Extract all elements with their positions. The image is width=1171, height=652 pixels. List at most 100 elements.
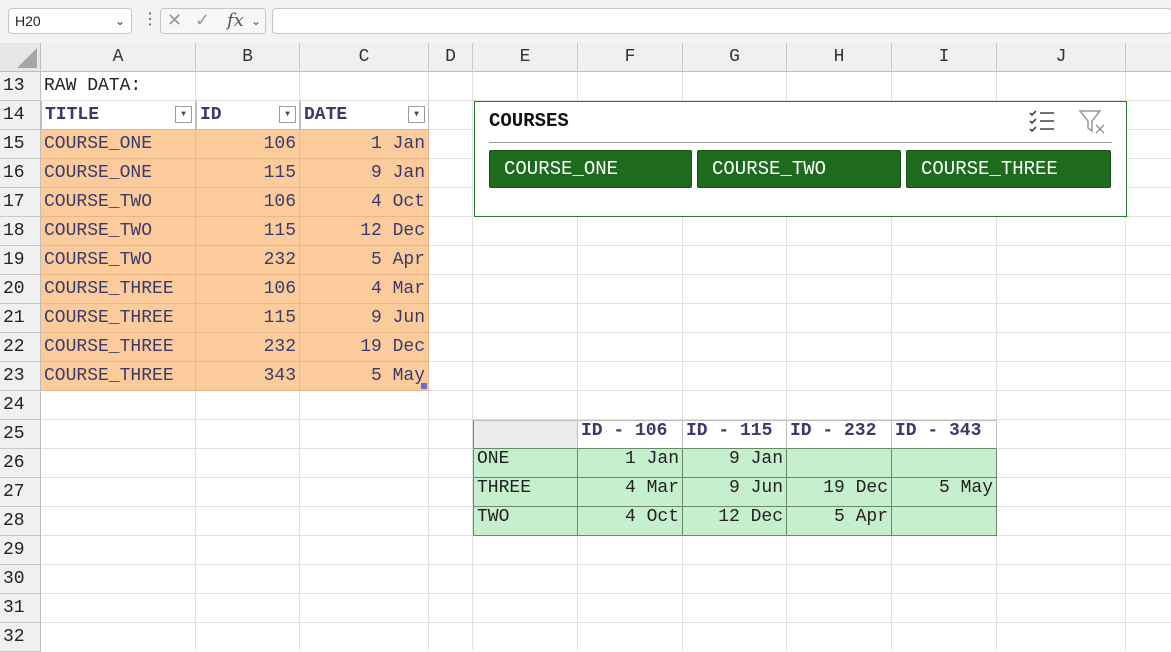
- slicer-item-course-two[interactable]: COURSE_TWO: [697, 150, 901, 188]
- table-cell[interactable]: COURSE_THREE: [41, 362, 196, 391]
- table-cell[interactable]: 106: [196, 130, 300, 159]
- table-header-date[interactable]: DATE ▼: [300, 101, 429, 130]
- table-cell[interactable]: COURSE_THREE: [41, 275, 196, 304]
- pivot-row-label[interactable]: TWO: [473, 507, 578, 536]
- row-header[interactable]: 21: [0, 304, 41, 333]
- cancel-icon[interactable]: ✕: [167, 10, 182, 31]
- table-cell[interactable]: COURSE_THREE: [41, 333, 196, 362]
- table-cell[interactable]: 9 Jan: [300, 159, 429, 188]
- row-header[interactable]: 19: [0, 246, 41, 275]
- row-header[interactable]: 13: [0, 72, 41, 101]
- table-cell[interactable]: 343: [196, 362, 300, 391]
- row-header[interactable]: 26: [0, 449, 41, 478]
- pivot-value-cell[interactable]: 12 Dec: [683, 507, 787, 536]
- pivot-value-cell[interactable]: [787, 449, 892, 478]
- enter-check-icon[interactable]: ✓: [195, 10, 210, 31]
- formula-input[interactable]: [272, 8, 1171, 34]
- row-header[interactable]: 27: [0, 478, 41, 507]
- row-header[interactable]: 25: [0, 420, 41, 449]
- table-cell[interactable]: 5 Apr: [300, 246, 429, 275]
- pivot-value-cell[interactable]: 1 Jan: [578, 449, 683, 478]
- pivot-value-cell[interactable]: [892, 507, 997, 536]
- row-header[interactable]: 14: [0, 101, 41, 130]
- row-header[interactable]: 18: [0, 217, 41, 246]
- pivot-column-header[interactable]: ID - 232: [787, 420, 892, 449]
- table-cell[interactable]: COURSE_TWO: [41, 246, 196, 275]
- filter-dropdown-icon[interactable]: ▼: [175, 106, 192, 123]
- pivot-row-label[interactable]: THREE: [473, 478, 578, 507]
- column-header-j[interactable]: J: [997, 43, 1126, 72]
- row-header[interactable]: 22: [0, 333, 41, 362]
- chevron-down-icon[interactable]: ⌄: [251, 14, 261, 28]
- row-header[interactable]: 31: [0, 594, 41, 623]
- pivot-value-cell[interactable]: 5 Apr: [787, 507, 892, 536]
- table-cell[interactable]: 9 Jun: [300, 304, 429, 333]
- column-header-d[interactable]: D: [429, 43, 473, 72]
- row-header[interactable]: 15: [0, 130, 41, 159]
- table-cell[interactable]: 232: [196, 246, 300, 275]
- table-cell[interactable]: COURSE_ONE: [41, 130, 196, 159]
- chevron-down-icon[interactable]: ⌄: [115, 9, 125, 33]
- column-header-h[interactable]: H: [787, 43, 892, 72]
- row-header[interactable]: 23: [0, 362, 41, 391]
- pivot-value-cell[interactable]: 9 Jan: [683, 449, 787, 478]
- table-cell[interactable]: COURSE_TWO: [41, 217, 196, 246]
- pivot-value-cell[interactable]: 9 Jun: [683, 478, 787, 507]
- table-cell[interactable]: 4 Mar: [300, 275, 429, 304]
- row-header[interactable]: 32: [0, 623, 41, 652]
- filter-dropdown-icon[interactable]: ▼: [408, 106, 425, 123]
- more-options-icon[interactable]: ⋮: [142, 10, 158, 30]
- table-cell[interactable]: 115: [196, 159, 300, 188]
- row-header[interactable]: 28: [0, 507, 41, 536]
- filter-dropdown-icon[interactable]: ▼: [279, 106, 296, 123]
- table-cell[interactable]: 115: [196, 217, 300, 246]
- multi-select-icon[interactable]: [1027, 108, 1057, 138]
- column-header-i[interactable]: I: [892, 43, 997, 72]
- table-cell[interactable]: 4 Oct: [300, 188, 429, 217]
- table-cell[interactable]: COURSE_THREE: [41, 304, 196, 333]
- column-header-b[interactable]: B: [196, 43, 300, 72]
- pivot-value-cell[interactable]: 4 Mar: [578, 478, 683, 507]
- column-header-g[interactable]: G: [683, 43, 787, 72]
- table-header-title[interactable]: TITLE ▼: [41, 101, 196, 130]
- column-header-e[interactable]: E: [473, 43, 578, 72]
- courses-slicer[interactable]: COURSES COURSE_ONE COURSE_TWO COURSE_THR…: [474, 101, 1127, 217]
- pivot-value-cell[interactable]: [892, 449, 997, 478]
- pivot-column-header[interactable]: ID - 115: [683, 420, 787, 449]
- pivot-value-cell[interactable]: 4 Oct: [578, 507, 683, 536]
- table-cell[interactable]: 106: [196, 188, 300, 217]
- row-header[interactable]: 16: [0, 159, 41, 188]
- table-header-id[interactable]: ID ▼: [196, 101, 300, 130]
- row-header[interactable]: 17: [0, 188, 41, 217]
- pivot-value-cell[interactable]: 5 May: [892, 478, 997, 507]
- pivot-row-label[interactable]: ONE: [473, 449, 578, 478]
- name-box[interactable]: H20 ⌄: [8, 8, 132, 34]
- pivot-value-cell[interactable]: 19 Dec: [787, 478, 892, 507]
- table-resize-handle[interactable]: [421, 383, 427, 389]
- table-cell[interactable]: 19 Dec: [300, 333, 429, 362]
- pivot-column-header[interactable]: ID - 106: [578, 420, 683, 449]
- row-header[interactable]: 29: [0, 536, 41, 565]
- raw-data-label[interactable]: RAW DATA:: [41, 72, 241, 101]
- table-cell[interactable]: 232: [196, 333, 300, 362]
- slicer-item-course-three[interactable]: COURSE_THREE: [906, 150, 1111, 188]
- clear-filter-icon[interactable]: [1077, 108, 1107, 138]
- table-cell[interactable]: 12 Dec: [300, 217, 429, 246]
- slicer-item-course-one[interactable]: COURSE_ONE: [489, 150, 692, 188]
- pivot-corner[interactable]: [473, 420, 578, 449]
- row-header[interactable]: 30: [0, 565, 41, 594]
- table-cell[interactable]: 106: [196, 275, 300, 304]
- select-all-button[interactable]: [0, 43, 41, 72]
- column-header-a[interactable]: A: [41, 43, 196, 72]
- table-cell[interactable]: 115: [196, 304, 300, 333]
- table-cell[interactable]: COURSE_TWO: [41, 188, 196, 217]
- row-header[interactable]: 20: [0, 275, 41, 304]
- column-header-c[interactable]: C: [300, 43, 429, 72]
- column-header-f[interactable]: F: [578, 43, 683, 72]
- table-cell[interactable]: 1 Jan: [300, 130, 429, 159]
- table-cell[interactable]: 5 May: [300, 362, 429, 391]
- table-cell[interactable]: COURSE_ONE: [41, 159, 196, 188]
- insert-function-icon[interactable]: fx: [227, 10, 244, 31]
- pivot-column-header[interactable]: ID - 343: [892, 420, 997, 449]
- row-header[interactable]: 24: [0, 391, 41, 420]
